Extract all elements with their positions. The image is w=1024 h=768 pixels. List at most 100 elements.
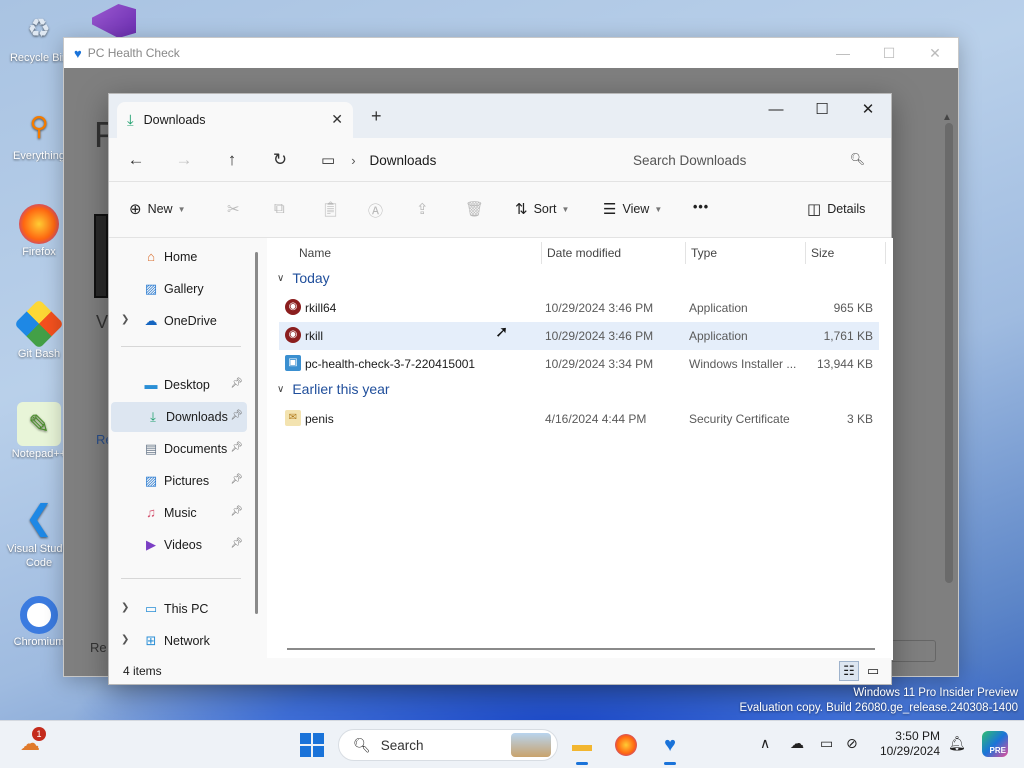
- up-button[interactable]: ↑: [219, 148, 245, 172]
- column-divider[interactable]: [805, 242, 806, 264]
- horizontal-scrollbar[interactable]: [287, 648, 875, 650]
- clock[interactable]: 3:50 PM 10/29/2024: [880, 729, 940, 759]
- chevron-right-icon[interactable]: ❯: [121, 634, 129, 645]
- new-tab-button[interactable]: +: [371, 106, 382, 127]
- copilot-icon[interactable]: PRE: [982, 731, 1008, 757]
- certificate-icon: ✉: [285, 410, 301, 426]
- column-divider[interactable]: [541, 242, 542, 264]
- file-name: rkill: [305, 329, 323, 343]
- search-input[interactable]: Search Downloads 🔍︎: [619, 144, 879, 176]
- breadcrumb-downloads[interactable]: Downloads: [370, 153, 437, 168]
- more-options-button[interactable]: •••: [693, 200, 709, 214]
- close-button[interactable]: ✕: [845, 94, 891, 124]
- details-pane-icon: ◫: [807, 201, 822, 218]
- this-pc-icon: ▭: [144, 601, 158, 616]
- chevron-down-icon: ▼: [654, 204, 663, 214]
- column-header-name[interactable]: Name: [299, 246, 331, 260]
- nav-item-pictures[interactable]: ▨ Pictures 📌︎: [109, 466, 247, 496]
- delete-button[interactable]: 🗑︎: [465, 200, 490, 218]
- start-button[interactable]: [300, 733, 324, 757]
- search-icon: 🔍︎: [353, 736, 371, 753]
- tiles-view-icon[interactable]: ▭: [863, 661, 883, 681]
- group-label: Today: [292, 270, 330, 286]
- details-pane-button[interactable]: ◫ Details: [807, 200, 865, 218]
- app-icon: ◉: [285, 299, 301, 315]
- onedrive-offline-icon[interactable]: ☁: [790, 735, 804, 752]
- forward-button[interactable]: →: [171, 148, 197, 172]
- cut-button[interactable]: ✂: [227, 200, 246, 218]
- nav-item-desktop[interactable]: ▬ Desktop 📌︎: [109, 370, 247, 400]
- pc-health-check-taskbar-icon[interactable]: ♥: [654, 729, 686, 765]
- group-header-earlier-this-year[interactable]: ∨ Earlier this year: [277, 381, 390, 397]
- nav-item-music[interactable]: ♫ Music 📌︎: [109, 498, 247, 528]
- sort-button[interactable]: ⇅ Sort ▼: [515, 200, 569, 218]
- file-explorer-taskbar-icon[interactable]: ▬: [566, 729, 598, 765]
- desktop-folder-icon: ▬: [144, 377, 158, 392]
- group-label: Earlier this year: [292, 381, 390, 397]
- minimize-button[interactable]: —: [753, 94, 799, 124]
- group-header-today[interactable]: ∨ Today: [277, 270, 330, 286]
- chevron-down-icon: ∨: [277, 383, 285, 395]
- address-bar[interactable]: ▭ › Downloads: [313, 144, 609, 176]
- close-tab-icon[interactable]: ✕: [331, 111, 343, 128]
- view-button[interactable]: ☰ View ▼: [603, 200, 662, 218]
- nav-item-documents[interactable]: ▤ Documents 📌︎: [109, 434, 247, 464]
- file-row[interactable]: ▣ pc-health-check-3-7-220415001 10/29/20…: [279, 350, 879, 378]
- chevron-right-icon[interactable]: ❯: [121, 314, 129, 325]
- phc-maximize-button[interactable]: ☐: [866, 38, 912, 68]
- column-header-type[interactable]: Type: [691, 246, 717, 260]
- nav-scrollbar[interactable]: [255, 252, 258, 614]
- column-header-date[interactable]: Date modified: [547, 246, 621, 260]
- nav-item-onedrive[interactable]: ❯ ☁ OneDrive: [109, 306, 247, 336]
- phc-minimize-button[interactable]: —: [820, 38, 866, 68]
- tab-downloads[interactable]: ⤓ Downloads ✕: [117, 102, 353, 138]
- clock-time: 3:50 PM: [895, 729, 940, 743]
- network-disconnected-icon[interactable]: ⊘: [846, 735, 858, 752]
- chevron-right-icon[interactable]: ›: [351, 153, 355, 168]
- paste-button[interactable]: 📋︎: [321, 200, 346, 218]
- nav-divider: [121, 578, 241, 579]
- weather-widget[interactable]: ☁ 1: [20, 727, 46, 756]
- back-button[interactable]: ←: [123, 148, 149, 172]
- notepad-plus-plus-icon: ✎: [17, 402, 61, 446]
- windows-logo-icon: [300, 733, 311, 744]
- rename-button[interactable]: Ⓐ: [368, 200, 389, 221]
- nav-divider: [121, 346, 241, 347]
- new-button[interactable]: ⊕ New ▼: [129, 200, 186, 218]
- nav-item-home[interactable]: ⌂ Home: [109, 242, 247, 272]
- notification-bell-icon[interactable]: 🔔︎: [948, 735, 966, 752]
- chevron-right-icon[interactable]: ❯: [121, 602, 129, 613]
- clock-date: 10/29/2024: [879, 744, 940, 758]
- videos-icon: ▶: [146, 537, 156, 552]
- taskbar-search[interactable]: 🔍︎ Search: [338, 729, 558, 761]
- copy-button[interactable]: ⧉: [274, 200, 291, 217]
- column-header-size[interactable]: Size: [811, 246, 834, 260]
- nav-item-network[interactable]: ❯ ⊞ Network: [109, 626, 247, 656]
- phc-scrollbar[interactable]: ▲: [942, 112, 956, 592]
- file-type: Security Certificate: [689, 412, 790, 426]
- file-row[interactable]: ✉ penis 4/16/2024 4:44 PM Security Certi…: [279, 405, 879, 433]
- git-bash-icon: [14, 299, 64, 349]
- nav-item-videos[interactable]: ▶ Videos 📌︎: [109, 530, 247, 560]
- evaluation-watermark: Windows 11 Pro Insider Preview Evaluatio…: [739, 686, 1018, 716]
- show-hidden-icons-chevron-icon[interactable]: ∧: [760, 735, 770, 752]
- share-button[interactable]: ⇪: [416, 200, 435, 218]
- column-divider[interactable]: [885, 242, 886, 264]
- nav-item-gallery[interactable]: ▨ Gallery: [109, 274, 247, 304]
- file-row[interactable]: ◉ rkill64 10/29/2024 3:46 PM Application…: [279, 294, 879, 322]
- details-view-icon[interactable]: ☷: [839, 661, 859, 681]
- maximize-button[interactable]: ☐: [799, 94, 845, 124]
- refresh-button[interactable]: ↻: [267, 148, 293, 172]
- visual-studio-icon[interactable]: [92, 4, 136, 38]
- nav-item-this-pc[interactable]: ❯ ▭ This PC: [109, 594, 247, 624]
- file-row[interactable]: ◉ rkill 10/29/2024 3:46 PM Application 1…: [279, 322, 879, 350]
- new-label: New: [147, 202, 173, 216]
- nav-label: This PC: [164, 602, 209, 616]
- display-icon[interactable]: ▭: [820, 735, 833, 752]
- column-divider[interactable]: [685, 242, 686, 264]
- trash-icon: 🗑︎: [465, 201, 485, 218]
- nav-item-downloads[interactable]: ⤓ Downloads 📌︎: [111, 402, 247, 432]
- scissors-icon: ✂: [227, 201, 240, 218]
- firefox-taskbar-icon[interactable]: [610, 729, 642, 761]
- phc-close-button[interactable]: ✕: [912, 38, 958, 68]
